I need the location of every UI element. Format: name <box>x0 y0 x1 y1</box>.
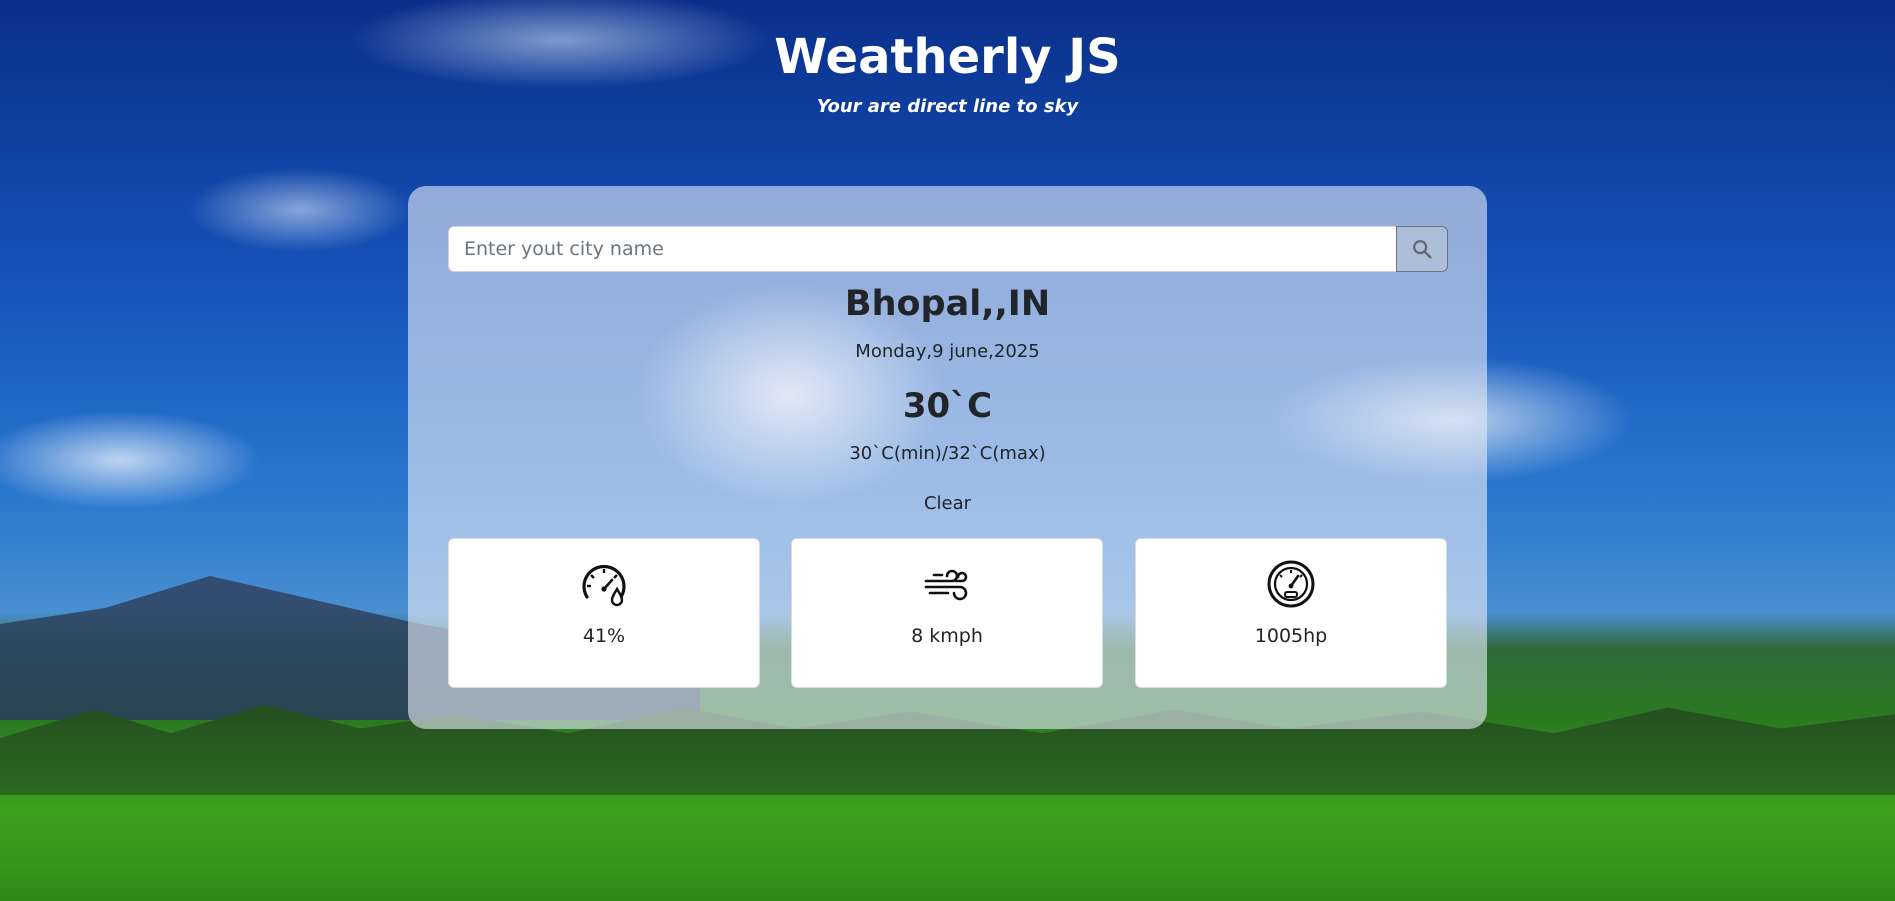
current-date: Monday,9 june,2025 <box>855 341 1040 362</box>
wind-icon <box>924 569 968 601</box>
pressure-card: 1005hp <box>1135 538 1447 688</box>
city-name: Bhopal,,IN <box>844 284 1051 324</box>
wind-card: 8 kmph <box>791 538 1103 688</box>
pressure-gauge-icon <box>1267 560 1315 608</box>
city-search-input[interactable] <box>448 226 1396 272</box>
search-button[interactable] <box>1396 226 1448 272</box>
min-max-temperature: 30`C(min)/32`C(max) <box>849 443 1046 464</box>
humidity-gauge-icon <box>582 564 626 607</box>
weather-card: Bhopal,,IN Monday,9 june,2025 30`C 30`C(… <box>408 186 1487 729</box>
search-bar <box>448 226 1448 272</box>
humidity-card: 41% <box>448 538 760 688</box>
pressure-value: 1005hp <box>1254 625 1328 647</box>
page-header: Weatherly JS Your are direct line to sky <box>0 26 1895 117</box>
weather-condition: Clear <box>923 493 972 514</box>
search-icon <box>1413 240 1432 259</box>
humidity-value: 41% <box>582 625 626 647</box>
current-temperature: 30`C <box>902 386 993 426</box>
wind-speed-value: 8 kmph <box>911 625 983 647</box>
app-title: Weatherly JS <box>774 29 1121 85</box>
app-subtitle: Your are direct line to sky <box>816 96 1079 117</box>
